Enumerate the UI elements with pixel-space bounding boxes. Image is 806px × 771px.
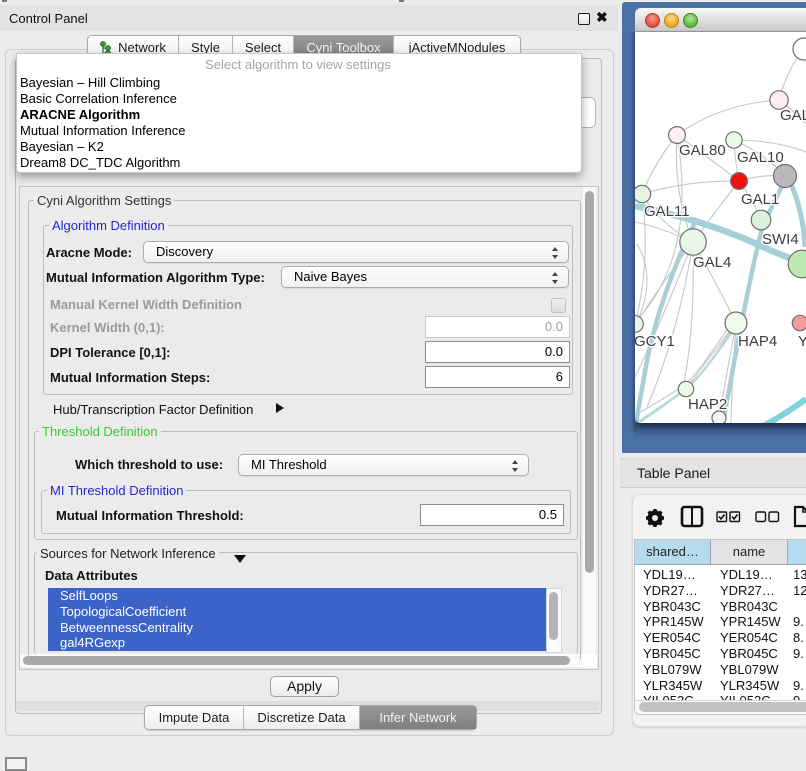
svg-text:GAL10: GAL10 [737, 149, 784, 166]
svg-text:HAP4: HAP4 [738, 333, 777, 350]
svg-text:GCY1: GCY1 [635, 333, 675, 350]
svg-text:GAL: GAL [780, 107, 806, 124]
svg-text:GAL11: GAL11 [644, 203, 690, 220]
svg-text:GAL4: GAL4 [693, 254, 731, 271]
svg-text:GAL80: GAL80 [679, 142, 726, 159]
svg-text:Y: Y [798, 333, 806, 350]
svg-text:SWI4: SWI4 [762, 231, 799, 248]
svg-text:HAP2: HAP2 [688, 396, 727, 413]
svg-text:GAL1: GAL1 [741, 191, 779, 208]
